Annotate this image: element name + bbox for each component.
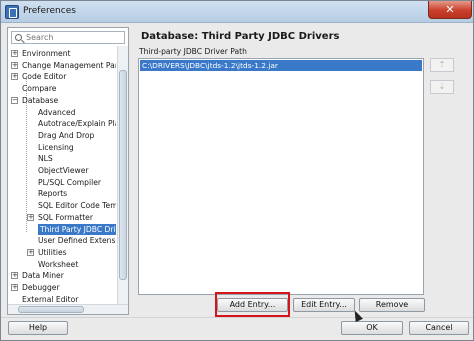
tree-item[interactable]: SQL Editor Code Templa: [8, 200, 116, 212]
search-field[interactable]: [11, 31, 125, 44]
footer-divider: [1, 317, 473, 318]
app-icon: [5, 5, 19, 19]
tree-item-label: Autotrace/Explain Plan: [38, 119, 116, 129]
tree-item-label: Database: [22, 95, 59, 105]
tree-item-label: Code Editor: [22, 72, 67, 82]
tree-item[interactable]: PL/SQL Compiler: [8, 177, 116, 189]
tree-item[interactable]: − Database: [8, 95, 116, 107]
tree-horizontal-scrollbar[interactable]: [8, 304, 128, 314]
expand-icon[interactable]: +: [11, 272, 18, 280]
tree-item[interactable]: + Change Management Parar: [8, 60, 116, 72]
move-up-button[interactable]: ⇡: [430, 58, 454, 72]
tree-item-label: Advanced: [38, 107, 76, 117]
tree-item[interactable]: External Editor: [8, 294, 116, 304]
tree-item[interactable]: Advanced: [8, 107, 116, 119]
help-button[interactable]: Help: [8, 321, 68, 335]
section-title: Database: Third Party JDBC Drivers: [141, 31, 340, 42]
driver-path-list[interactable]: C:\DRIVERS\JDBC\jtds-1.2\jtds-1.2.jar: [138, 58, 424, 295]
tree-item-label: Third Party JDBC Drivers: [38, 223, 116, 236]
edit-entry-button[interactable]: Edit Entry...: [293, 298, 355, 312]
tree-item[interactable]: Reports: [8, 188, 116, 200]
tree-horizontal-scroll-thumb[interactable]: [18, 306, 84, 313]
tree-item[interactable]: + Environment: [8, 48, 116, 60]
tree-item[interactable]: + Data Miner: [8, 270, 116, 282]
tree-item-label: NLS: [38, 154, 53, 164]
preferences-dialog: Preferences ✕ + Environment + Change Manage…: [0, 0, 474, 341]
expand-icon[interactable]: +: [11, 61, 18, 69]
tree-item-label: User Defined Extension: [38, 236, 116, 246]
expand-icon[interactable]: +: [11, 73, 18, 81]
tree-item[interactable]: + Debugger: [8, 282, 116, 294]
preferences-tree-panel: + Environment + Change Management Parar + Cod…: [7, 27, 129, 315]
tree-item-label: Environment: [22, 49, 71, 58]
tree-item[interactable]: ObjectViewer: [8, 165, 116, 177]
tree-item-label: SQL Formatter: [38, 212, 93, 222]
tree-item-label: Drag And Drop: [38, 130, 95, 140]
title-bar: Preferences ✕: [1, 1, 473, 23]
tree-vertical-scroll-thumb[interactable]: [119, 70, 127, 280]
cancel-button[interactable]: Cancel: [409, 321, 469, 335]
remove-button[interactable]: Remove: [359, 298, 425, 312]
tree-item[interactable]: Drag And Drop: [8, 130, 116, 142]
search-input[interactable]: [26, 32, 122, 43]
expand-icon[interactable]: +: [27, 213, 34, 221]
tree-item[interactable]: Autotrace/Explain Plan: [8, 118, 116, 130]
tree-item-label: Licensing: [38, 142, 74, 152]
tree-item[interactable]: + Utilities: [8, 247, 116, 259]
move-down-button[interactable]: ⇣: [430, 80, 454, 94]
tree-item[interactable]: + SQL Formatter: [8, 212, 116, 224]
tree-item-label: Data Miner: [22, 271, 64, 281]
expand-icon[interactable]: +: [11, 284, 18, 291]
tree-item-label: ObjectViewer: [38, 166, 89, 175]
close-button[interactable]: ✕: [428, 1, 472, 19]
tree-item-label: SQL Editor Code Templa: [38, 201, 116, 211]
tree-item[interactable]: Licensing: [8, 142, 116, 154]
tree-item-label: Reports: [38, 189, 68, 199]
tree-item[interactable]: NLS: [8, 153, 116, 165]
jdbc-drivers-panel: Database: Third Party JDBC Drivers Third…: [135, 27, 469, 315]
tree-item-label: External Editor: [22, 294, 79, 304]
tree-vertical-scrollbar[interactable]: [117, 46, 128, 304]
driver-path-label: Third-party JDBC Driver Path: [139, 47, 247, 56]
tree-item[interactable]: Worksheet: [8, 259, 116, 271]
tree-item-label: PL/SQL Compiler: [38, 177, 101, 187]
tree-item[interactable]: + Code Editor: [8, 71, 116, 83]
window-title: Preferences: [23, 6, 76, 16]
tree-item-label: Worksheet: [38, 259, 79, 269]
expand-icon[interactable]: +: [11, 50, 18, 57]
ok-button[interactable]: OK: [341, 321, 403, 335]
tree-item-label: Utilities: [38, 247, 67, 257]
highlight-annotation: [215, 292, 290, 317]
driver-path-item[interactable]: C:\DRIVERS\JDBC\jtds-1.2\jtds-1.2.jar: [140, 60, 422, 71]
tree-item-label: Compare: [22, 84, 57, 94]
search-icon: [15, 34, 22, 41]
tree-item-label: Change Management Parar: [22, 60, 116, 70]
collapse-icon[interactable]: −: [11, 96, 18, 104]
tree-item[interactable]: Third Party JDBC Drivers: [8, 223, 116, 236]
tree-item-label: Debugger: [22, 283, 60, 292]
tree-item[interactable]: Compare: [8, 83, 116, 95]
expand-icon[interactable]: +: [27, 248, 34, 256]
preferences-tree: + Environment + Change Management Parar + Cod…: [8, 46, 116, 304]
tree-item[interactable]: User Defined Extension: [8, 235, 116, 247]
